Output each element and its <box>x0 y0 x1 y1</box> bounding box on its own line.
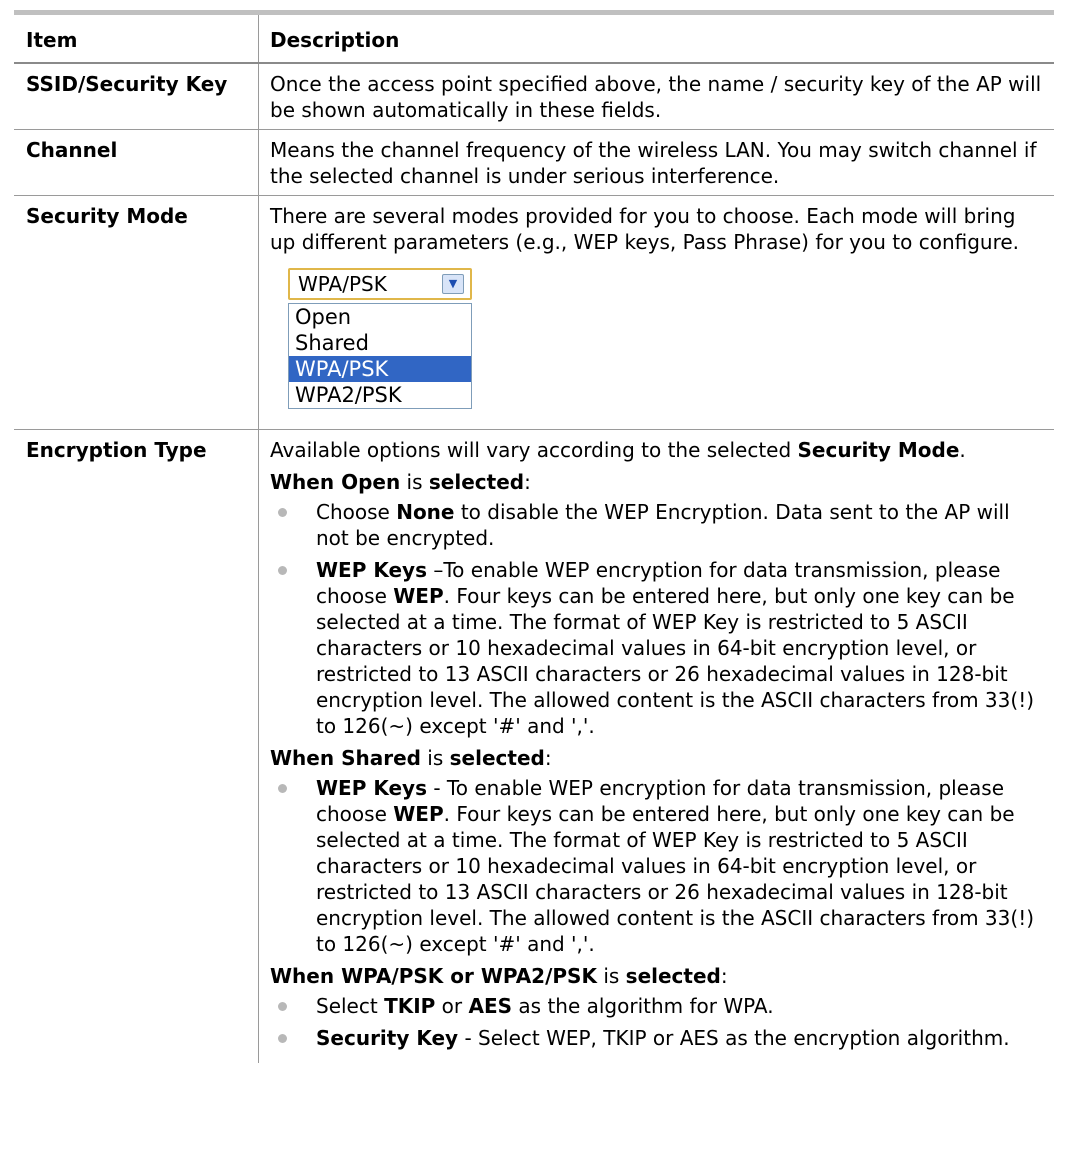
table-row-encryption: Encryption Type Available options will v… <box>14 430 1054 1063</box>
ssid-description: Once the access point specified above, t… <box>270 72 1042 122</box>
header-item: Item <box>26 28 78 52</box>
open-b1-b: None <box>396 500 455 524</box>
open-b2-a: WEP Keys <box>316 558 427 582</box>
row-desc-security-mode: There are several modes provided for you… <box>258 196 1054 429</box>
list-item: Select TKIP or AES as the algorithm for … <box>270 993 1044 1019</box>
wpa-head-c: selected <box>625 964 721 988</box>
bullet-icon <box>278 1002 287 1011</box>
row-item-security-mode: Security Mode <box>26 204 188 228</box>
dropdown-option-open[interactable]: Open <box>289 304 471 330</box>
list-item: Security Key - Select WEP, TKIP or AES a… <box>270 1025 1044 1051</box>
intro-end: . <box>959 438 966 462</box>
wpa-b1-d: AES <box>468 994 513 1018</box>
bullet-icon <box>278 1034 287 1043</box>
shared-b1-c: WEP <box>393 802 444 826</box>
wpa-heading: When WPA/PSK or WPA2/PSK is selected: <box>270 963 1044 989</box>
table-row-security-mode: Security Mode There are several modes pr… <box>14 196 1054 430</box>
dropdown-option-wpa-psk[interactable]: WPA/PSK <box>289 356 471 382</box>
row-item-ssid: SSID/Security Key <box>26 72 228 96</box>
wpa-head-b: is <box>596 964 626 988</box>
channel-description: Means the channel frequency of the wirel… <box>270 138 1037 188</box>
shared-head-a: When Shared <box>270 746 421 770</box>
dropdown-option-wpa2-psk[interactable]: WPA2/PSK <box>289 382 471 408</box>
encryption-intro: Available options will vary according to… <box>270 437 1044 463</box>
bullet-icon <box>278 566 287 575</box>
table-row-ssid: SSID/Security Key Once the access point … <box>14 64 1054 130</box>
row-desc-encryption: Available options will vary according to… <box>258 430 1054 1063</box>
wpa-bullet-list: Select TKIP or AES as the algorithm for … <box>270 993 1044 1051</box>
wpa-b1-e: as the algorithm for WPA. <box>512 994 774 1018</box>
open-head-d: : <box>524 470 531 494</box>
security-mode-dropdown[interactable]: WPA/PSK ▼ Open Shared WPA/PSK WPA2/PSK <box>288 268 472 409</box>
open-head-b: is <box>400 470 429 494</box>
wpa-b1-a: Select <box>316 994 385 1018</box>
wpa-head-a: When WPA/PSK or WPA2/PSK <box>270 964 597 988</box>
list-item: WEP Keys –To enable WEP encryption for d… <box>270 557 1044 739</box>
shared-head-b: is <box>420 746 450 770</box>
row-item-encryption: Encryption Type <box>26 438 207 462</box>
row-desc-channel: Means the channel frequency of the wirel… <box>258 130 1054 195</box>
wpa-head-d: : <box>720 964 728 988</box>
row-desc-ssid: Once the access point specified above, t… <box>258 64 1054 129</box>
wpa-b2-a: Security Key <box>316 1026 459 1050</box>
open-bullet-list: Choose None to disable the WEP Encryptio… <box>270 499 1044 739</box>
open-b2-c: WEP <box>393 584 444 608</box>
wpa-b2-b: - Select WEP, TKIP or AES as the encrypt… <box>458 1026 1010 1050</box>
header-description: Description <box>258 15 1054 62</box>
shared-b1-a: WEP Keys <box>316 776 427 800</box>
description-table: Item Description SSID/Security Key Once … <box>14 10 1054 1063</box>
table-row-channel: Channel Means the channel frequency of t… <box>14 130 1054 196</box>
open-b1-a: Choose <box>316 500 397 524</box>
shared-head-c: selected <box>449 746 545 770</box>
shared-bullet-list: WEP Keys - To enable WEP encryption for … <box>270 775 1044 957</box>
row-item-channel: Channel <box>26 138 118 162</box>
open-head-c: selected <box>428 470 525 494</box>
dropdown-options: Open Shared WPA/PSK WPA2/PSK <box>288 303 472 409</box>
intro-text: Available options will vary according to… <box>270 438 798 462</box>
security-mode-description: There are several modes provided for you… <box>270 204 1020 254</box>
dropdown-selected[interactable]: WPA/PSK ▼ <box>288 268 472 300</box>
wpa-b1-c: or <box>435 994 469 1018</box>
dropdown-selected-value: WPA/PSK <box>298 272 387 296</box>
shared-heading: When Shared is selected: <box>270 745 1044 771</box>
chevron-down-icon[interactable]: ▼ <box>442 274 464 294</box>
dropdown-option-shared[interactable]: Shared <box>289 330 471 356</box>
open-heading: When Open is selected: <box>270 469 1044 495</box>
shared-head-d: : <box>544 746 552 770</box>
open-head-a: When Open <box>270 470 401 494</box>
bullet-icon <box>278 508 287 517</box>
wpa-b1-b: TKIP <box>384 994 436 1018</box>
bullet-icon <box>278 784 287 793</box>
list-item: Choose None to disable the WEP Encryptio… <box>270 499 1044 551</box>
table-header-row: Item Description <box>14 15 1054 64</box>
intro-bold: Security Mode <box>797 438 960 462</box>
list-item: WEP Keys - To enable WEP encryption for … <box>270 775 1044 957</box>
